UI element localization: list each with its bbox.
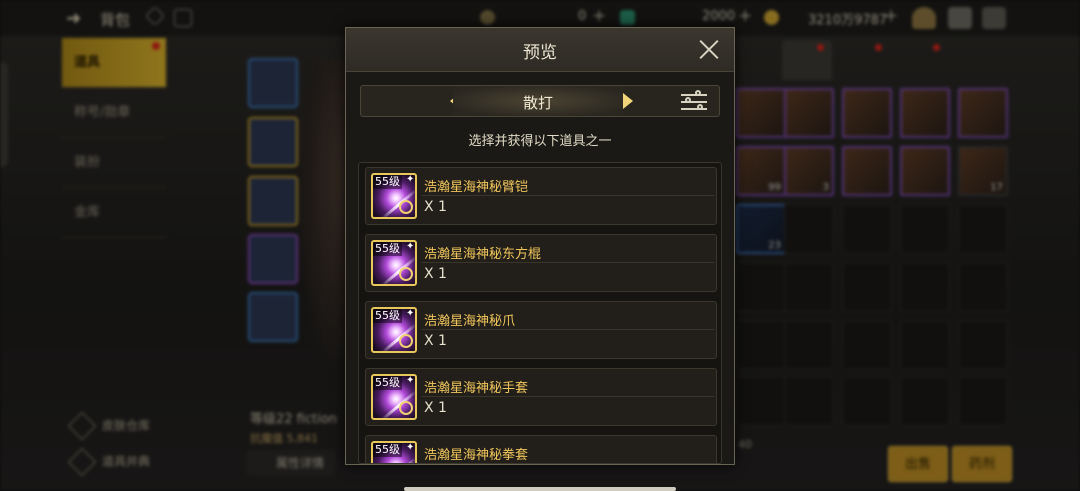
reward-item[interactable]: 55级 ✦ 浩瀚星海神秘手套 X 1: [365, 368, 717, 426]
home-indicator[interactable]: [404, 487, 676, 491]
next-arrow-icon[interactable]: [623, 93, 633, 109]
selection-hint: 选择并获得以下道具之一: [468, 134, 612, 149]
item-level-badge: 55级: [373, 443, 402, 457]
reward-item[interactable]: 55级 ✦ 浩瀚星海神秘拳套: [365, 435, 717, 463]
item-quantity: X 1: [424, 400, 447, 416]
selector-value-box: 散打: [453, 86, 623, 116]
sparkle-icon: ✦: [406, 442, 415, 453]
reward-list[interactable]: 55级 ✦ 浩瀚星海神秘臂铠 X 1 55级 ✦ 浩瀚星海神秘东方棍 X 1 5…: [358, 162, 722, 464]
class-selector: 散打: [360, 85, 720, 117]
sparkle-icon: ✦: [406, 308, 415, 319]
dialog-title: 预览: [523, 43, 557, 63]
sparkle-icon: ✦: [406, 241, 415, 252]
item-level-badge: 55级: [373, 242, 402, 256]
item-quantity: X 1: [424, 266, 447, 282]
item-quantity: X 1: [424, 333, 447, 349]
reward-item[interactable]: 55级 ✦ 浩瀚星海神秘臂铠 X 1: [365, 167, 717, 225]
item-name: 浩瀚星海神秘爪: [424, 314, 516, 329]
item-name: 浩瀚星海神秘拳套: [424, 448, 529, 463]
item-level-badge: 55级: [373, 175, 402, 189]
item-level-badge: 55级: [373, 376, 402, 390]
close-icon[interactable]: [698, 38, 720, 60]
item-name: 浩瀚星海神秘手套: [424, 381, 529, 396]
weapon-item-icon: 55级 ✦: [371, 374, 417, 420]
preview-dialog: 预览 散打 选择并获得以下道具之一 55级 ✦ 浩瀚星海神秘臂铠 X 1 55级…: [345, 27, 735, 465]
weapon-item-icon: 55级 ✦: [371, 441, 417, 463]
selector-label: 散打: [522, 94, 553, 112]
item-name: 浩瀚星海神秘臂铠: [424, 180, 529, 195]
reward-item[interactable]: 55级 ✦ 浩瀚星海神秘爪 X 1: [365, 301, 717, 359]
item-name: 浩瀚星海神秘东方棍: [424, 247, 542, 262]
item-level-badge: 55级: [373, 309, 402, 323]
weapon-item-icon: 55级 ✦: [371, 240, 417, 286]
dialog-header: 预览: [346, 28, 734, 72]
weapon-item-icon: 55级 ✦: [371, 307, 417, 353]
sparkle-icon: ✦: [406, 375, 415, 386]
item-quantity: X 1: [424, 199, 447, 215]
sparkle-icon: ✦: [406, 174, 415, 185]
reward-item[interactable]: 55级 ✦ 浩瀚星海神秘东方棍 X 1: [365, 234, 717, 292]
filter-settings-icon[interactable]: [681, 90, 707, 111]
weapon-item-icon: 55级 ✦: [371, 173, 417, 219]
